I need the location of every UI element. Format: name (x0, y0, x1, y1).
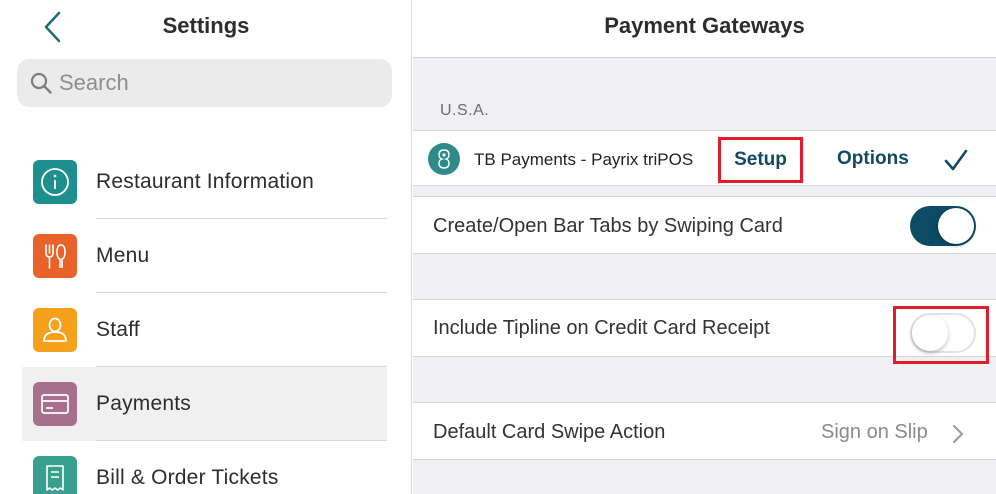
bar-tabs-label: Create/Open Bar Tabs by Swiping Card (433, 215, 783, 237)
sidebar-item-bill-order-tickets[interactable]: Bill & Order Tickets (22, 441, 387, 494)
section-label: U.S.A. (440, 102, 490, 119)
toggle-knob (912, 315, 948, 351)
sidebar-item-restaurant-information[interactable]: Restaurant Information (22, 145, 387, 219)
swipe-action-row[interactable]: Default Card Swipe Action Sign on Slip (413, 402, 996, 460)
person-icon (33, 308, 77, 352)
sidebar-item-label: Staff (96, 318, 140, 341)
page-title: Payment Gateways (604, 13, 805, 38)
sidebar-item-label: Bill & Order Tickets (96, 466, 279, 489)
receipt-icon (33, 456, 77, 494)
checkmark-icon (944, 149, 968, 171)
fork-knife-icon (33, 234, 77, 278)
toggle-knob (938, 208, 974, 244)
info-icon (33, 160, 77, 204)
sidebar-item-label: Payments (96, 392, 191, 415)
sidebar-item-label: Restaurant Information (96, 170, 315, 193)
bar-tabs-toggle[interactable] (910, 206, 976, 246)
search-icon (30, 72, 52, 94)
sidebar-item-label: Menu (96, 244, 150, 267)
swipe-action-value[interactable]: Sign on Slip (821, 421, 928, 444)
sidebar-item-payments[interactable]: Payments (22, 367, 387, 441)
bar-tabs-row: Create/Open Bar Tabs by Swiping Card (413, 196, 996, 254)
gateway-row: TB Payments - Payrix triPOS Setup Option… (413, 130, 996, 186)
tipline-row: Include Tipline on Credit Card Receipt (413, 299, 996, 364)
gateway-name: TB Payments - Payrix triPOS (474, 150, 694, 169)
tipline-label: Include Tipline on Credit Card Receipt (433, 317, 770, 339)
payment-gateways-panel: Payment Gateways U.S.A. TB Payments - Pa… (413, 0, 996, 494)
setup-button[interactable]: Setup (718, 137, 803, 183)
tipline-toggle[interactable] (910, 313, 976, 353)
settings-sidebar: Settings Restaurant Information (0, 0, 412, 494)
swipe-action-label: Default Card Swipe Action (433, 421, 666, 443)
search-input[interactable] (59, 70, 379, 96)
sidebar-item-staff[interactable]: Staff (22, 293, 387, 367)
sidebar-title: Settings (162, 13, 250, 38)
gateway-logo-icon (428, 143, 460, 175)
sidebar-item-menu[interactable]: Menu (22, 219, 387, 293)
settings-menu: Restaurant Information Menu Staff Paymen… (22, 145, 387, 494)
panel-header: Payment Gateways (413, 0, 996, 58)
options-button[interactable]: Options (837, 148, 909, 170)
card-icon (33, 382, 77, 426)
chevron-right-icon (953, 425, 963, 443)
search-bar[interactable] (17, 59, 392, 107)
